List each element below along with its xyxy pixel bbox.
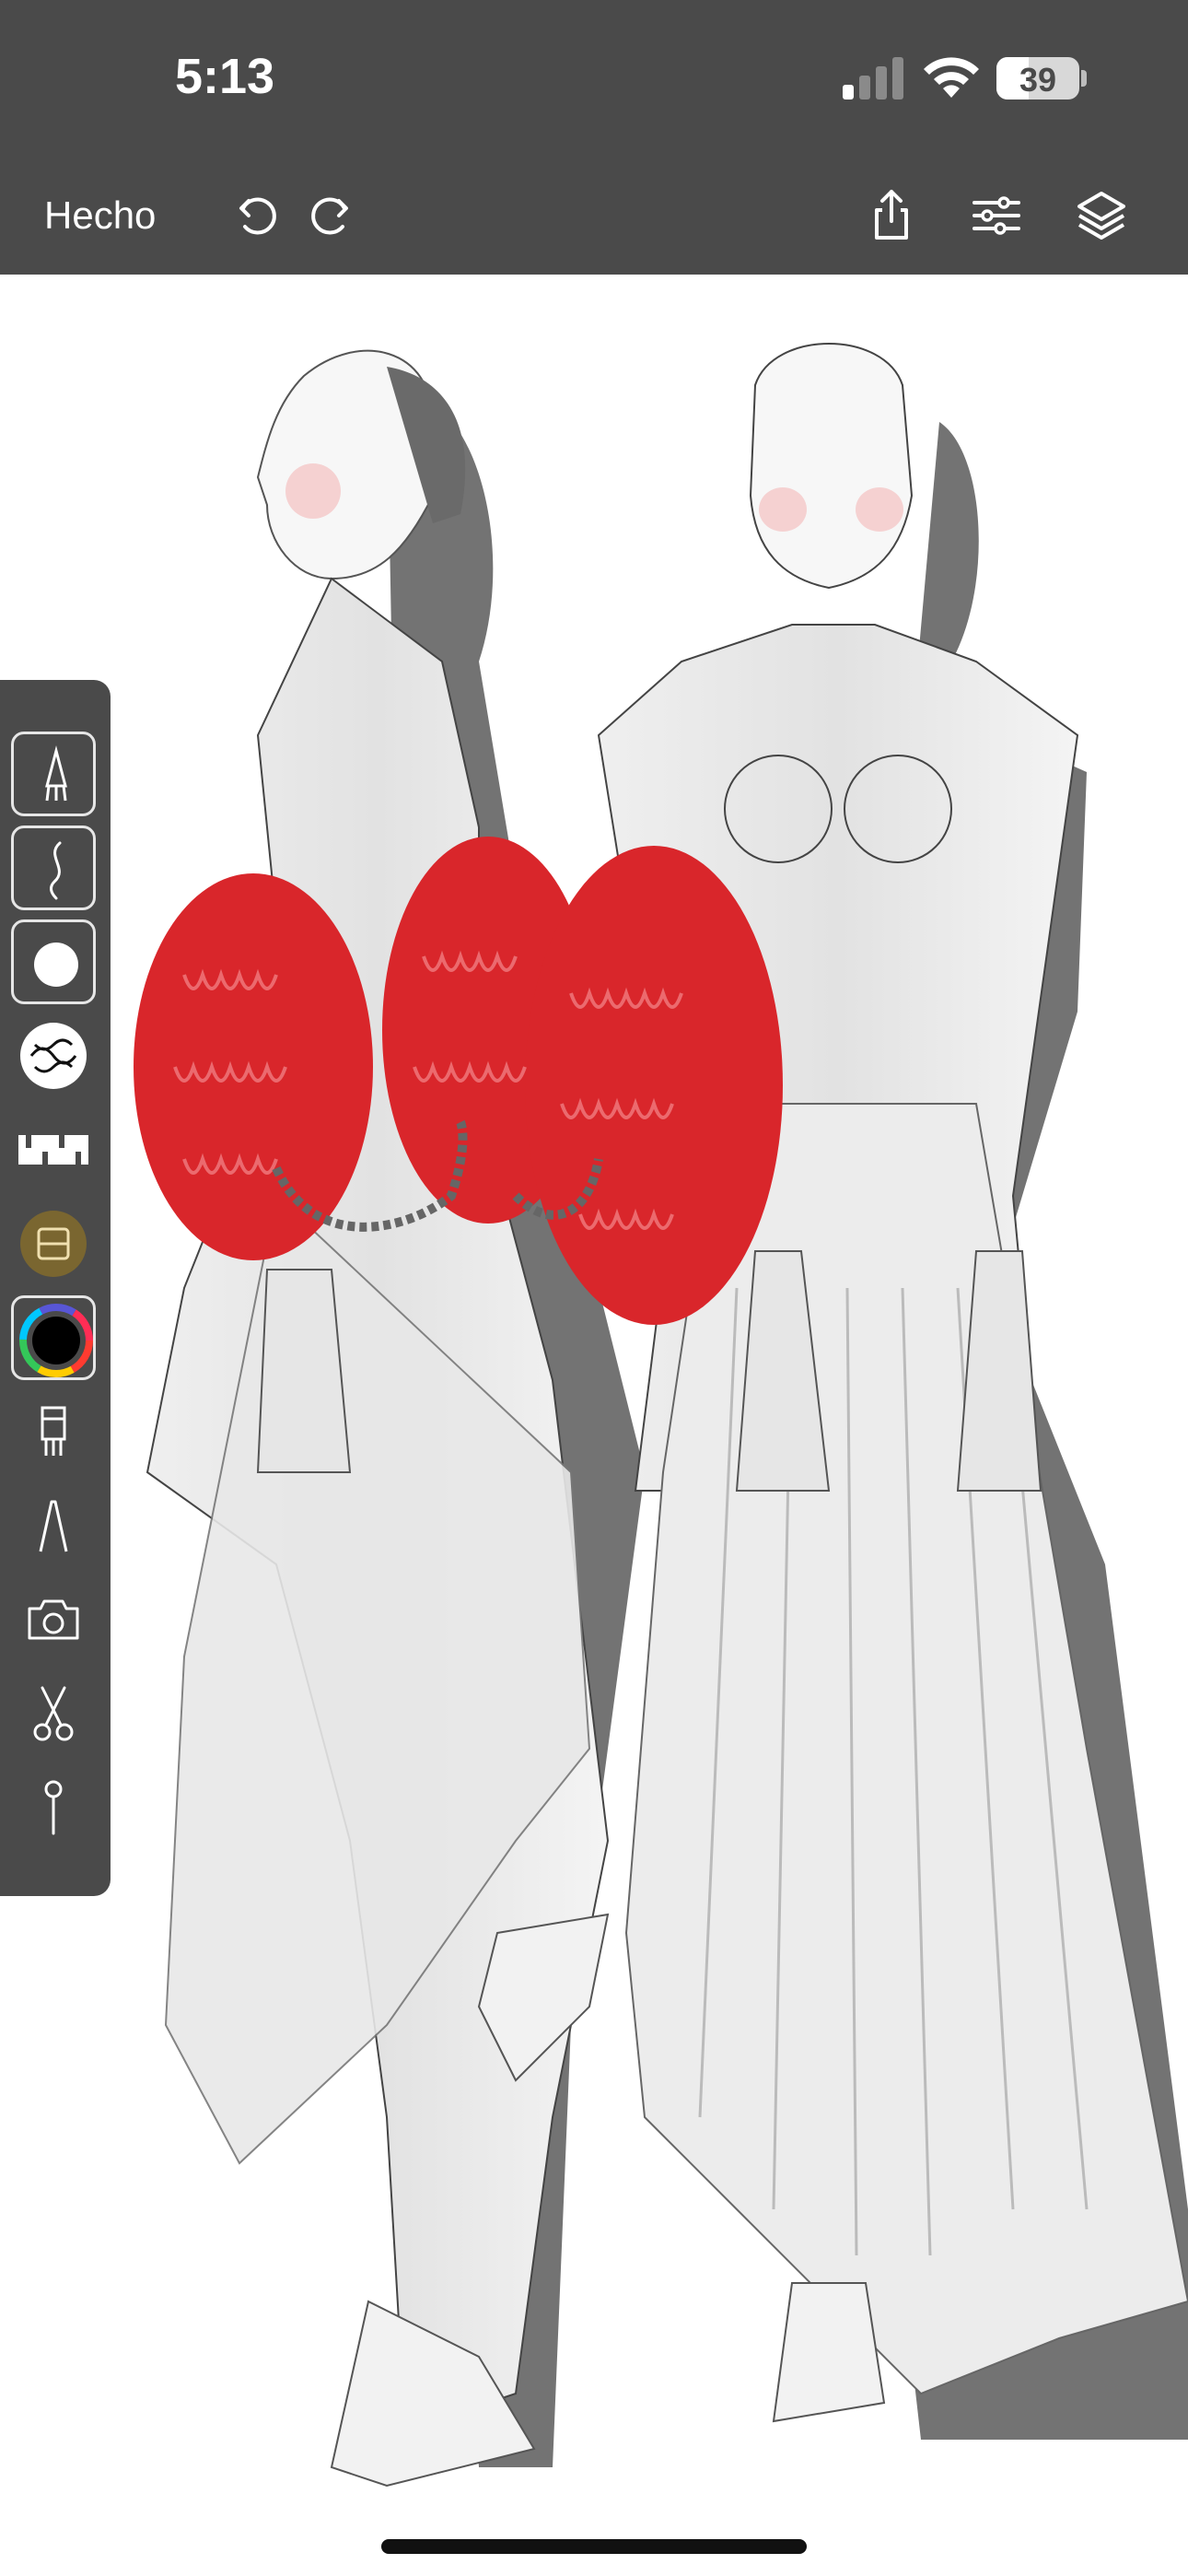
redo-icon[interactable] [300, 186, 359, 245]
pattern-strip-icon[interactable] [11, 1107, 96, 1192]
color-wheel-icon[interactable] [11, 1295, 96, 1380]
share-icon[interactable] [862, 186, 921, 245]
scissors-icon[interactable] [11, 1671, 96, 1756]
status-bar: 5:13 39 [0, 0, 1188, 157]
status-time: 5:13 [175, 49, 275, 104]
pattern-stamp-icon[interactable] [11, 1013, 96, 1098]
undo-icon[interactable] [228, 186, 287, 245]
drawing-canvas[interactable] [0, 275, 1188, 2576]
pencil-brush-icon[interactable] [11, 732, 96, 816]
adjustments-icon[interactable] [967, 186, 1026, 245]
round-brush-icon[interactable] [11, 919, 96, 1004]
pen-nib-icon[interactable] [11, 1483, 96, 1568]
home-indicator[interactable] [381, 2539, 807, 2554]
done-button[interactable]: Hecho [44, 193, 156, 238]
tool-palette [0, 680, 111, 1896]
cellular-signal-icon [843, 57, 903, 100]
pin-icon[interactable] [11, 1765, 96, 1850]
texture-fill-icon[interactable] [11, 1201, 96, 1286]
battery-indicator: 39 [996, 57, 1079, 100]
fashion-sketch-artwork [134, 343, 1188, 2488]
smudge-stroke-icon[interactable] [11, 825, 96, 910]
battery-percent: 39 [1019, 61, 1057, 99]
wifi-icon [924, 57, 979, 98]
camera-icon[interactable] [11, 1577, 96, 1662]
selected-color-swatch [32, 1317, 80, 1364]
layers-icon[interactable] [1072, 186, 1131, 245]
top-toolbar: Hecho [0, 157, 1188, 275]
battery-cap [1081, 70, 1087, 87]
ruler-comb-icon[interactable] [11, 1389, 96, 1474]
